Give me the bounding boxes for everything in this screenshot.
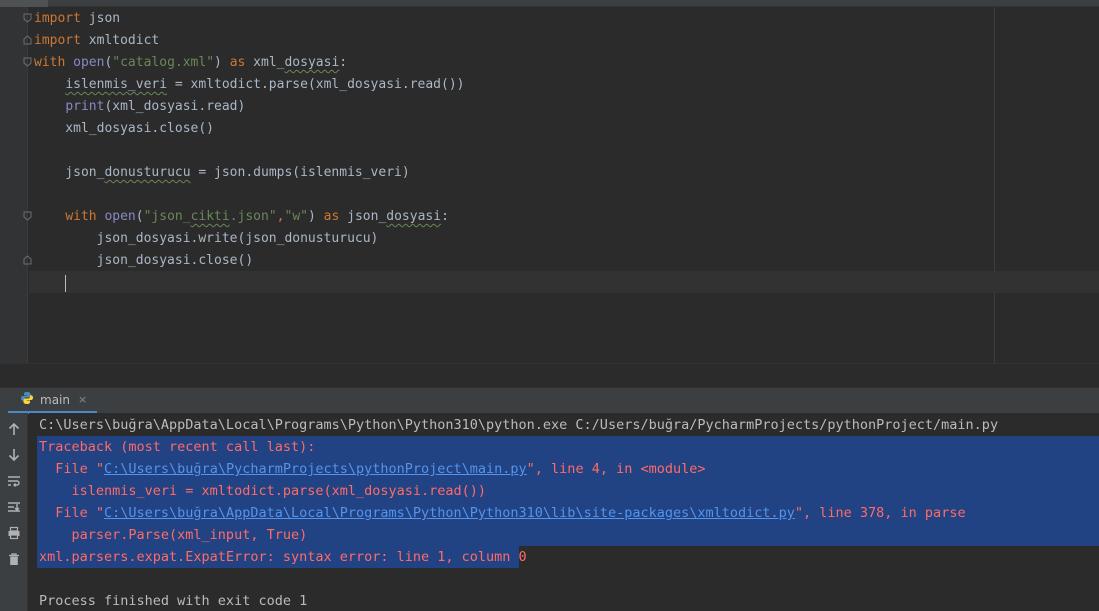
code-token: import	[34, 11, 81, 26]
right-margin-guide	[994, 7, 995, 363]
code-token: open	[73, 55, 105, 70]
code-token: "json_	[143, 209, 191, 224]
code-token: import	[34, 33, 81, 48]
code-token: print	[65, 99, 105, 114]
fold-marker-icon[interactable]	[23, 255, 32, 265]
traceback-frame: File "C:\Users\buğra\PycharmProjects\pyt…	[39, 458, 705, 480]
code-token: dosyasi	[284, 55, 340, 70]
code-token: )	[307, 209, 324, 224]
code-token: ,	[276, 209, 285, 224]
code-token: dosyasi	[386, 209, 442, 224]
fold-marker-icon[interactable]	[23, 35, 32, 45]
code-token: (	[135, 209, 144, 224]
code-line[interactable]: islenmis_veri = xmltodict.parse(xml_dosy…	[34, 74, 464, 96]
file-link[interactable]: C:\Users\buğra\AppData\Local\Programs\Py…	[104, 505, 795, 521]
traceback-code-line: parser.Parse(xml_input, True)	[39, 527, 308, 543]
code-token: donusturucu	[104, 165, 191, 180]
code-token: :	[339, 55, 348, 70]
python-icon	[20, 391, 34, 408]
code-line[interactable]: json_dosyasi.write(json_donusturucu)	[34, 228, 464, 250]
traceback-header: Traceback (most recent call last):	[39, 439, 316, 455]
code-token: json	[80, 11, 121, 26]
code-token: (xml_dosyasi.read)	[104, 99, 246, 114]
editor-tab-edge[interactable]	[0, 0, 48, 7]
close-icon[interactable]: ×	[78, 393, 87, 406]
frame-prefix: File "	[39, 505, 105, 521]
scroll-to-end-icon[interactable]	[4, 497, 24, 517]
code-token: open	[104, 209, 136, 224]
code-line[interactable]	[34, 184, 464, 206]
up-arrow-icon[interactable]	[4, 419, 24, 439]
error-message: xml.parsers.expat.ExpatError: syntax err…	[39, 549, 527, 565]
code-lines[interactable]: import json import xmltodict with open("ca…	[34, 8, 464, 272]
text-caret	[65, 275, 66, 292]
process-exit-message: Process finished with exit code 1	[39, 593, 308, 609]
code-token: as	[229, 55, 246, 70]
code-token: xmltodict	[80, 33, 160, 48]
fold-marker-icon[interactable]	[23, 57, 32, 67]
code-token: islenmis_veri	[65, 77, 168, 92]
code-token: json_dosyasi.close()	[34, 253, 254, 268]
code-line[interactable]: import xmltodict	[34, 30, 464, 52]
code-editor[interactable]: import json import xmltodict with open("ca…	[0, 0, 1099, 363]
code-line[interactable]: json_donusturucu = json.dumps(islenmis_v…	[34, 162, 464, 184]
current-line-highlight	[29, 271, 1099, 293]
selection-end-mask	[519, 546, 1099, 568]
code-token: xml_dosyasi.close()	[34, 121, 215, 136]
code-token: json_	[34, 165, 105, 180]
code-line[interactable]: with open("catalog.xml") as xml_dosyasi:	[34, 52, 464, 74]
code-token: xml_	[245, 55, 285, 70]
traceback-code-line: islenmis_veri = xmltodict.parse(xml_dosy…	[39, 483, 487, 499]
fold-marker-icon[interactable]	[23, 13, 32, 23]
code-token: with	[65, 209, 97, 224]
file-link[interactable]: C:\Users\buğra\PycharmProjects\pythonPro…	[104, 461, 527, 477]
code-line[interactable]: import json	[34, 8, 464, 30]
code-token: = json.dumps(islenmis_veri)	[190, 165, 410, 180]
code-token: )	[214, 55, 230, 70]
editor-bottom-area	[0, 363, 1099, 387]
code-token: = xmltodict.parse(xml_dosyasi.read())	[167, 77, 465, 92]
run-tab-main[interactable]: main ×	[8, 388, 98, 414]
soft-wrap-icon[interactable]	[4, 471, 24, 491]
code-line[interactable]: with open("json_cikti.json","w") as json…	[34, 206, 464, 228]
code-token: .json"	[229, 209, 277, 224]
down-arrow-icon[interactable]	[4, 445, 24, 465]
code-token: "catalog.xml"	[112, 55, 215, 70]
code-line[interactable]: xml_dosyasi.close()	[34, 118, 464, 140]
fold-marker-icon[interactable]	[23, 211, 32, 221]
code-token: json_	[339, 209, 387, 224]
frame-suffix: ", line 378, in parse	[794, 505, 966, 521]
code-token: cikti	[190, 209, 230, 224]
run-toolbar	[0, 413, 28, 611]
code-token: json_dosyasi.write(json_donusturucu)	[34, 231, 379, 246]
frame-suffix: ", line 4, in <module>	[526, 461, 706, 477]
code-token: as	[323, 209, 340, 224]
trash-icon[interactable]	[4, 549, 24, 569]
code-token: with	[34, 55, 66, 70]
console-command-line: C:\Users\buğra\AppData\Local\Programs\Py…	[39, 417, 999, 433]
frame-prefix: File "	[39, 461, 105, 477]
run-tab-label: main	[40, 392, 70, 407]
code-line[interactable]	[34, 140, 464, 162]
print-icon[interactable]	[4, 523, 24, 543]
code-line[interactable]: json_dosyasi.close()	[34, 250, 464, 272]
code-line[interactable]: print(xml_dosyasi.read)	[34, 96, 464, 118]
code-token: "w"	[284, 209, 308, 224]
code-token: :	[441, 209, 449, 224]
editor-tab-strip	[0, 0, 1099, 7]
run-tool-window-header: main ×	[0, 387, 1099, 414]
traceback-frame: File "C:\Users\buğra\AppData\Local\Progr…	[39, 502, 966, 524]
run-console-output[interactable]: C:\Users\buğra\AppData\Local\Programs\Py…	[29, 413, 1099, 611]
